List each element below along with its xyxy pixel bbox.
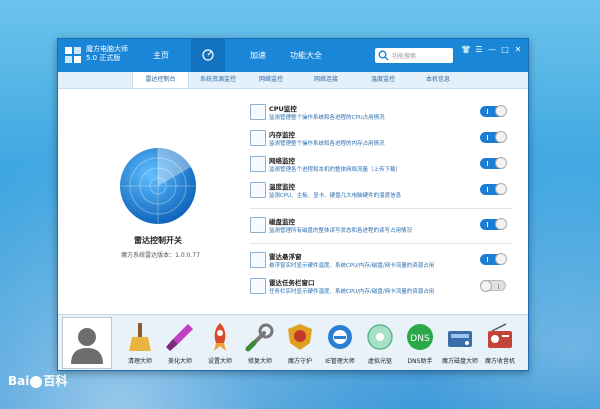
monitor-cpu: CPU监控 监测管理整个操作系统和各进程的CPU占用情况 [250,102,512,124]
tab-resource-monitor[interactable]: 系统资源监控 [193,72,243,88]
memory-toggle[interactable] [480,131,507,143]
tool-beautify[interactable]: 美化大师 [160,319,200,367]
app-name: 魔方电脑大师 [86,45,128,53]
monitor-memory: 内存监控 监测管理整个操作系统和各进程的内存占用情况 [250,128,512,150]
dns-icon: DNS [407,324,433,350]
monitor-desc: 监测管理整个操作系统和各进程的内存占用情况 [269,141,385,147]
close-icon[interactable]: ✕ [512,45,524,54]
monitor-desc: 监测CPU、主板、显卡、硬盘几大电脑硬件的温度信息 [269,193,402,199]
divider [250,208,512,209]
tool-disk-master[interactable]: 魔方磁盘大师 [440,319,480,367]
tool-radio[interactable]: 魔方收音机 [480,319,520,367]
thermometer-icon [250,182,266,198]
radar-toggle-icon[interactable] [119,147,197,225]
taskbar-window-icon [250,278,266,294]
title-bar: 魔方电脑大师 5.0 正式版 主页 加速 功能大全 功能搜索 👕 ☰ — □ ✕ [58,39,528,72]
tool-cleaner[interactable]: 清理大师 [120,319,160,367]
radar-nav-icon [202,49,214,61]
tool-ie-manager[interactable]: IE管理大师 [320,319,360,367]
taskbar-window-toggle[interactable] [480,280,506,292]
monitor-desc: 监测管理整个操作系统和各进程的CPU占用情况 [269,115,385,121]
tool-dns[interactable]: DNS DNS助手 [400,319,440,367]
tool-bar: 清理大师 美化大师 设置大师 修复大师 魔方守护 IE管理大师 虚拟光驱 DNS [58,314,528,370]
search-box[interactable]: 功能搜索 [375,48,453,63]
network-toggle[interactable] [480,157,507,169]
tab-temperature[interactable]: 温度监控 [362,72,404,88]
menu-icon[interactable]: ☰ [473,45,485,54]
tab-network-connections[interactable]: 网络连接 [305,72,347,88]
monitor-temperature: 温度监控 监测CPU、主板、显卡、硬盘几大电脑硬件的温度信息 [250,180,512,202]
cpu-toggle[interactable] [480,105,507,117]
maximize-icon[interactable]: □ [499,45,511,54]
monitor-taskbar-window: 雷达任务栏窗口 任务栏实时显示硬件温度、系统CPU/内存/磁盘/网卡流量的资源占… [250,276,512,298]
monitor-title: 网络监控 [269,157,295,165]
radio-icon [488,323,512,348]
tab-radar-console[interactable]: 雷达控制台 [132,72,189,88]
search-placeholder: 功能搜索 [392,53,417,60]
monitor-network: 网络监控 监测管理各个进程和本机的整体网络流量（上传下载） [250,154,512,176]
search-icon [378,50,389,61]
paintbrush-icon [166,324,193,351]
monitor-title: 磁盘监控 [269,218,295,226]
tab-bar: 雷达控制台 系统资源监控 网络监控 网络连接 温度监控 本机信息 [58,72,528,89]
nav-radar[interactable] [191,39,225,72]
memory-icon [250,130,266,146]
paw-icon [30,375,43,388]
tool-label: 魔方收音机 [484,358,515,365]
guard-icon [288,324,312,350]
radar-version: 魔方系统雷达版本：1.0.0.77 [121,252,200,259]
network-icon [250,156,266,172]
monitor-title: 内存监控 [269,131,295,139]
broom-icon [129,323,151,351]
nav-accelerate[interactable]: 加速 [244,39,272,72]
monitor-title: 温度监控 [269,183,295,191]
tool-virtual-drive[interactable]: 虚拟光驱 [360,319,400,367]
float-window-icon [250,252,266,268]
tab-system-info[interactable]: 本机信息 [417,72,459,88]
disk-icon [250,217,266,233]
app-window: 魔方电脑大师 5.0 正式版 主页 加速 功能大全 功能搜索 👕 ☰ — □ ✕… [57,38,529,371]
svg-text:DNS: DNS [410,334,430,344]
monitor-title: 雷达任务栏窗口 [269,279,315,287]
skin-icon[interactable]: 👕 [460,45,472,54]
baidu-watermark: Bai 百科 [8,372,67,389]
tab-network-monitor[interactable]: 网络监控 [250,72,292,88]
user-icon [71,328,103,364]
disk-master-icon [448,331,472,347]
cube-logo-icon [65,47,81,63]
avatar[interactable] [62,317,112,369]
monitor-desc: 监测管理所有磁盘的整体读写状态和各进程的读写占用情况 [269,228,413,234]
radar-title: 雷达控制开关 [134,236,182,245]
tool-guardian[interactable]: 魔方守护 [280,319,320,367]
watermark-brand1: Bai [8,374,30,388]
app-version: 5.0 正式版 [86,54,121,62]
app-title: 魔方电脑大师 5.0 正式版 [86,45,128,63]
disk-toggle[interactable] [480,218,507,230]
ie-icon [328,325,352,349]
monitor-title: CPU监控 [269,105,297,113]
tool-repair[interactable]: 修复大师 [240,319,280,367]
monitor-desc: 监测管理各个进程和本机的整体网络流量（上传下载） [269,167,402,173]
monitor-title: 雷达悬浮窗 [269,253,302,261]
monitor-desc: 悬浮窗实时显示硬件温度、系统CPU/内存/磁盘/网卡流量的资源占用 [269,263,435,269]
nav-functions[interactable]: 功能大全 [286,39,326,72]
temperature-toggle[interactable] [480,183,507,195]
minimize-icon[interactable]: — [486,45,498,54]
float-window-toggle[interactable] [480,253,507,265]
monitor-float-window: 雷达悬浮窗 悬浮窗实时显示硬件温度、系统CPU/内存/磁盘/网卡流量的资源占用 [250,250,512,272]
disc-icon [367,324,393,350]
cpu-icon [250,104,266,120]
monitor-disk: 磁盘监控 监测管理所有磁盘的整体读写状态和各进程的读写占用情况 [250,215,512,237]
watermark-brand2: 百科 [43,374,68,388]
tool-settings[interactable]: 设置大师 [200,319,240,367]
rocket-icon [214,323,226,351]
divider [250,243,512,244]
wrench-icon [245,323,274,352]
monitor-desc: 任务栏实时显示硬件温度、系统CPU/内存/磁盘/网卡流量的资源占用 [269,289,435,295]
nav-home[interactable]: 主页 [146,39,176,72]
